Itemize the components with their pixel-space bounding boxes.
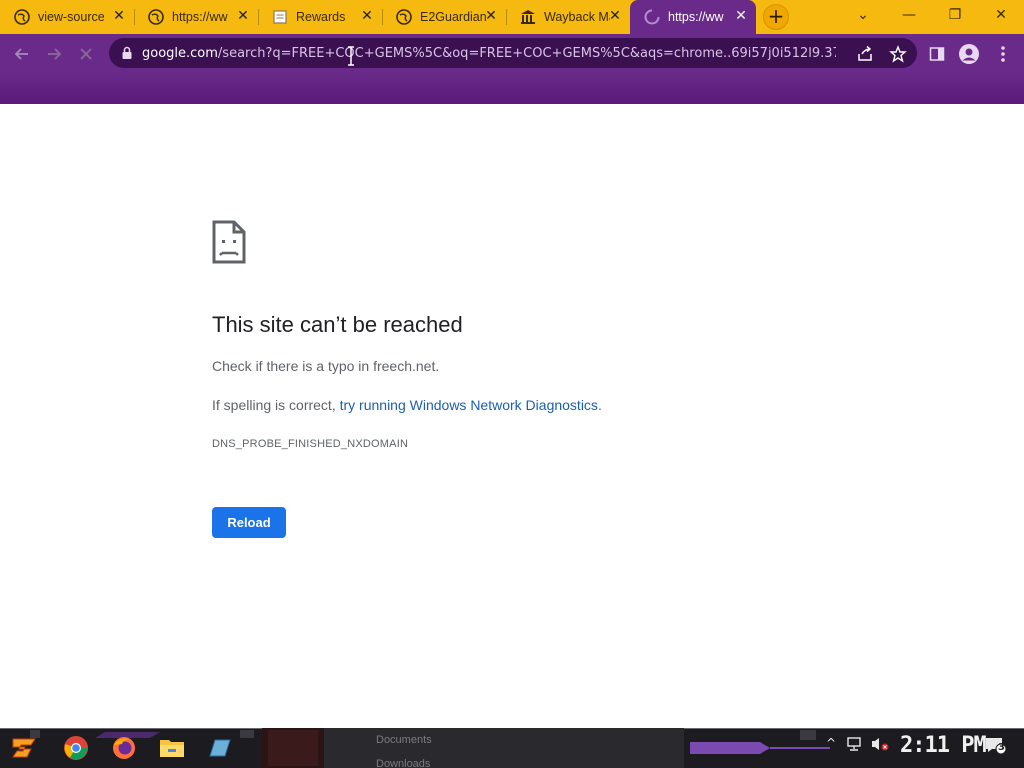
close-tab-icon[interactable]: ✕ [734, 9, 748, 23]
tab-rewards[interactable]: Rewards ✕ [258, 0, 382, 34]
loading-icon [644, 9, 660, 25]
globe-icon [14, 9, 30, 25]
text-cursor-icon [348, 46, 354, 66]
profile-avatar-icon[interactable] [958, 43, 980, 65]
tab-title: E2Guardian [420, 10, 486, 24]
tab-strip: view-source: ✕ https://ww ✕ Rewards ✕ E2… [0, 0, 1024, 34]
stop-icon [80, 48, 92, 60]
browser-toolbar: google.com/search?q=FREE+COC+GEMS%5C&oq=… [0, 34, 1024, 72]
close-tab-icon[interactable]: ✕ [236, 9, 250, 23]
tab-search-dropdown-icon[interactable]: ⌄ [840, 0, 886, 30]
error-suggestion-typo: Check if there is a typo in freech.net. [212, 358, 440, 374]
url-host: google.com [142, 45, 218, 61]
show-hidden-icons-chevron-icon[interactable]: ^ [826, 736, 836, 750]
tab-e2guardian[interactable]: E2Guardian ✕ [382, 0, 506, 34]
reload-button[interactable]: Reload [212, 507, 286, 538]
back-button[interactable] [8, 40, 36, 68]
notification-count-badge: 3 [998, 742, 1005, 753]
address-bar[interactable]: google.com/search?q=FREE+COC+GEMS%5C&oq=… [109, 38, 917, 68]
start-menu-button[interactable] [8, 732, 40, 764]
new-tab-button[interactable]: + [763, 4, 789, 30]
chrome-icon [64, 736, 88, 760]
forward-button[interactable] [40, 40, 68, 68]
error-page: This site can’t be reached Check if ther… [0, 104, 1024, 728]
error-title: This site can’t be reached [212, 312, 463, 337]
background-window-item: Downloads [376, 758, 431, 768]
close-tab-icon[interactable]: ✕ [360, 9, 374, 23]
chrome-taskbar-button[interactable] [60, 732, 92, 764]
share-icon[interactable] [856, 45, 874, 63]
volume-muted-icon[interactable] [870, 736, 890, 755]
globe-icon [396, 9, 412, 25]
sad-page-icon [212, 220, 246, 264]
bookmark-star-icon[interactable] [889, 45, 907, 63]
page-icon [272, 9, 288, 25]
start-logo-icon [12, 738, 36, 758]
error-code: DNS_PROBE_FINISHED_NXDOMAIN [212, 438, 409, 450]
action-center-icon[interactable]: 3 [984, 736, 1007, 757]
network-diagnostics-link[interactable]: try running Windows Network Diagnostics [340, 397, 598, 413]
menu-kebab-icon[interactable] [992, 43, 1014, 65]
tab-title: Wayback Ma [544, 10, 610, 24]
toolbar-theme-band [0, 72, 1024, 104]
close-tab-icon[interactable]: ✕ [608, 9, 622, 23]
firefox-icon [113, 737, 135, 759]
tab-title: https://ww [668, 10, 724, 24]
close-tab-icon[interactable]: ✕ [112, 9, 126, 23]
diagnostics-suffix: . [597, 397, 602, 413]
tab-https-active[interactable]: https://ww ✕ [630, 0, 756, 34]
folder-icon [160, 740, 184, 757]
tab-title: view-source: [38, 10, 104, 24]
tab-title: https://ww [172, 10, 228, 24]
background-window-item: Documents [376, 734, 432, 746]
taskbar-clock[interactable]: 2:11 PM [900, 733, 987, 758]
firefox-taskbar-button[interactable] [108, 732, 140, 764]
notepad-icon [209, 739, 231, 757]
stop-loading-button[interactable] [72, 40, 100, 68]
lock-icon[interactable] [120, 46, 134, 60]
file-explorer-taskbar-button[interactable] [156, 732, 188, 764]
tab-title: Rewards [296, 10, 346, 24]
restore-button[interactable]: ❐ [932, 0, 978, 30]
url-text[interactable]: google.com/search?q=FREE+COC+GEMS%5C&oq=… [142, 46, 836, 61]
arrow-left-icon [14, 48, 28, 60]
tab-https-1[interactable]: https://ww ✕ [134, 0, 258, 34]
tab-view-source[interactable]: view-source: ✕ [0, 0, 134, 34]
close-window-button[interactable]: ✕ [978, 0, 1024, 30]
diagnostics-prefix: If spelling is correct, [212, 397, 340, 413]
tab-wayback[interactable]: Wayback Ma ✕ [506, 0, 630, 34]
close-tab-icon[interactable]: ✕ [484, 9, 498, 23]
app-taskbar-button[interactable] [204, 732, 236, 764]
side-panel-icon[interactable] [926, 43, 948, 65]
arrow-right-icon [48, 48, 62, 60]
error-suggestion-diagnostics: If spelling is correct, try running Wind… [212, 397, 602, 413]
url-path: /search?q=FREE+COC+GEMS%5C&oq=FREE+COC+G… [217, 45, 836, 61]
network-icon[interactable] [846, 736, 864, 755]
globe-icon [148, 9, 164, 25]
taskbar: Documents Downloads ^ 2:11 PM 3 [0, 728, 1024, 768]
minimize-button[interactable]: — [886, 0, 932, 30]
museum-icon [520, 9, 536, 25]
